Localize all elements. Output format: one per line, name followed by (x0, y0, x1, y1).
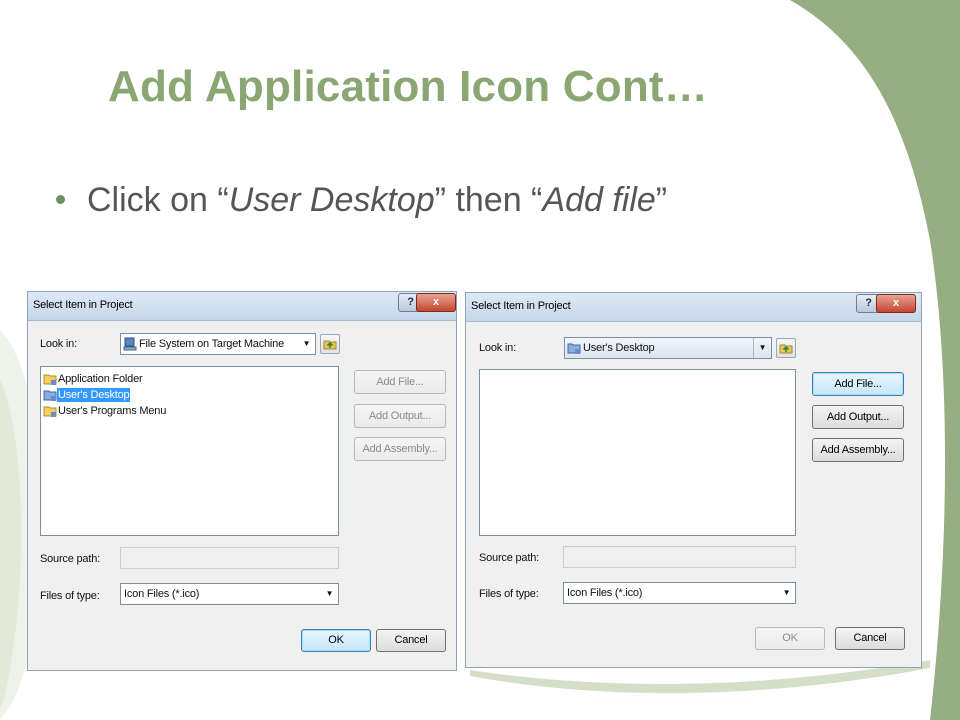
add-file-button[interactable]: Add File... (354, 370, 446, 394)
files-of-type-value: Icon Files (*.ico) (124, 588, 200, 600)
files-of-type-value: Icon Files (*.ico) (567, 587, 643, 599)
drive-icon (123, 337, 137, 351)
tree-item-label: User's Desktop (57, 388, 131, 402)
close-button[interactable]: x (416, 293, 456, 312)
select-item-dialog-right: Select Item in Project ? x Look in: User… (465, 292, 922, 668)
chevron-down-icon[interactable]: ▼ (753, 338, 771, 358)
files-of-type-dropdown[interactable]: Icon Files (*.ico) ▼ (563, 582, 796, 604)
slide-title: Add Application Icon Cont… (108, 62, 708, 111)
look-in-value: User's Desktop (583, 342, 655, 354)
files-of-type-dropdown[interactable]: Icon Files (*.ico) ▼ (120, 583, 339, 605)
bullet-text-emphasis-user-desktop: User Desktop (228, 181, 435, 219)
add-output-button[interactable]: Add Output... (354, 404, 446, 428)
add-file-button[interactable]: Add File... (812, 372, 904, 396)
folder-up-icon (779, 344, 793, 354)
source-path-field[interactable] (120, 547, 339, 569)
desktop-folder-icon (43, 390, 57, 401)
up-one-level-button[interactable] (320, 334, 340, 354)
look-in-label: Look in: (479, 342, 516, 354)
look-in-dropdown[interactable]: User's Desktop ▼ (564, 337, 772, 359)
folder-icon (43, 374, 57, 385)
source-path-label: Source path: (479, 552, 539, 564)
source-path-field[interactable] (563, 546, 796, 568)
folder-tree-list[interactable]: Application Folder User's Desktop User's… (40, 366, 339, 536)
ok-button[interactable]: OK (755, 627, 825, 650)
add-assembly-button[interactable]: Add Assembly... (812, 438, 904, 462)
select-item-dialog-left: Select Item in Project ? x Look in: File… (27, 291, 457, 671)
add-output-button[interactable]: Add Output... (812, 405, 904, 429)
bullet-text-emphasis-add-file: Add file (542, 181, 656, 219)
add-assembly-button[interactable]: Add Assembly... (354, 437, 446, 461)
folder-icon (43, 406, 57, 417)
source-path-label: Source path: (40, 553, 100, 565)
up-one-level-button[interactable] (776, 338, 796, 358)
look-in-dropdown[interactable]: File System on Target Machine ▼ (120, 333, 316, 355)
chevron-down-icon[interactable]: ▼ (321, 584, 338, 604)
dialog-title: Select Item in Project (33, 299, 133, 311)
chevron-down-icon[interactable]: ▼ (298, 334, 315, 354)
folder-up-icon (323, 340, 337, 350)
cancel-button[interactable]: Cancel (376, 629, 446, 652)
files-of-type-label: Files of type: (40, 590, 100, 602)
bullet-dot-icon (56, 194, 65, 204)
tree-item-label: User's Programs Menu (58, 405, 167, 417)
tree-item-label: Application Folder (58, 373, 143, 385)
bullet-text-prefix: Click on “ (87, 181, 229, 219)
close-button[interactable]: x (876, 294, 916, 313)
dialog-titlebar[interactable]: Select Item in Project ? x (466, 293, 921, 322)
bullet-point: Click on “User Desktop” then “Add file” (56, 181, 667, 220)
desktop-folder-icon (567, 343, 581, 354)
ok-button[interactable]: OK (301, 629, 371, 652)
look-in-value: File System on Target Machine (139, 338, 285, 350)
dialog-titlebar[interactable]: Select Item in Project ? x (28, 292, 456, 321)
look-in-label: Look in: (40, 338, 77, 350)
chevron-down-icon[interactable]: ▼ (778, 583, 795, 603)
cancel-button[interactable]: Cancel (835, 627, 905, 650)
folder-contents-list[interactable] (479, 369, 796, 536)
files-of-type-label: Files of type: (479, 588, 539, 600)
dialog-title: Select Item in Project (471, 300, 571, 312)
bullet-text-middle: ” then “ (434, 181, 543, 219)
bullet-text-suffix: ” (655, 181, 668, 219)
